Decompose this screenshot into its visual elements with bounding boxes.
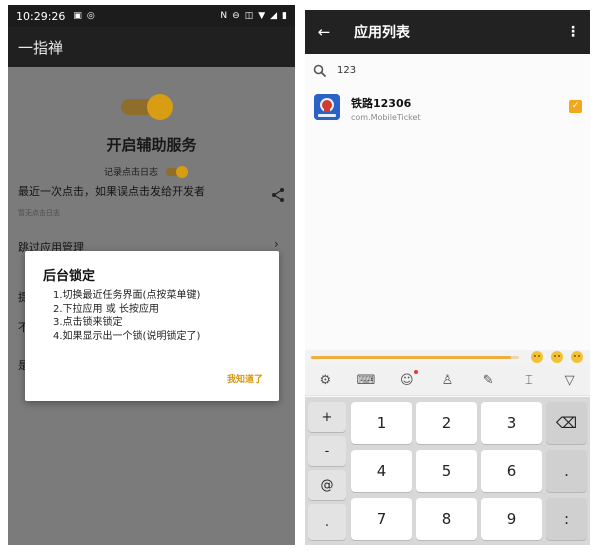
background-lock-dialog: 后台锁定 1.切换最近任务界面(点按菜单键) 2.下拉应用 或 长按应用 3.点… [25, 251, 279, 401]
emoji-icon[interactable] [531, 351, 543, 363]
screenshot-stage: 10:29:26 ▣ ◎ N ⊖ ◫ ▼ ◢ ▮ 一指禅 开启辅助服务 记录点击… [0, 0, 600, 553]
back-arrow-icon[interactable]: ← [307, 23, 341, 41]
recent-click-text: 最近一次点击，如果误点击发给开发者 [18, 185, 205, 198]
key-2[interactable]: 2 [416, 402, 477, 444]
no-log-text: 暂无点击日志 [18, 209, 60, 217]
key-dot[interactable]: . [308, 504, 346, 540]
key-minus[interactable]: - [308, 436, 346, 466]
dialog-step: 3.点击锁来锁定 [53, 317, 123, 328]
key-5[interactable]: 5 [416, 450, 477, 492]
app-name: 铁路12306 [351, 97, 412, 110]
numeric-keyboard: + - @ . 1 2 3 4 5 6 7 8 9 ⌫ . : [305, 397, 590, 545]
status-icons: N ⊖ ◫ ▼ ◢ ▮ [220, 11, 287, 21]
notification-dot [413, 369, 418, 374]
service-title: 开启辅助服务 [106, 136, 197, 154]
key-4[interactable]: 4 [351, 450, 412, 492]
app-package: com.MobileTicket [351, 113, 421, 122]
right-phone-screen: ← 应用列表 ⋮ 123 铁路12306 com.MobileTicket ✓ … [305, 10, 590, 545]
key-at[interactable]: @ [308, 470, 346, 500]
app-title: 一指禅 [18, 38, 64, 57]
key-plus[interactable]: + [308, 402, 346, 432]
toggle-knob [147, 94, 173, 120]
handwriting-icon[interactable]: ✎ [477, 373, 499, 388]
keyboard-icon[interactable]: ⌨ [355, 373, 377, 388]
app-checkbox[interactable]: ✓ [569, 100, 582, 113]
toggle-knob [176, 165, 189, 178]
dnd-icon: ⊖ [232, 11, 240, 21]
progress-row [305, 350, 590, 365]
app-list-empty-area [305, 132, 590, 350]
dialog-step: 4.如果显示出一个锁(说明锁定了) [53, 330, 201, 342]
tshirt-icon[interactable]: ♙ [436, 373, 458, 388]
chevron-right-icon: › [274, 237, 279, 251]
page-title: 应用列表 [354, 25, 410, 41]
notification-icon: ◎ [86, 11, 95, 21]
search-bar[interactable]: 123 [305, 54, 590, 87]
progress-bar [311, 356, 519, 359]
record-log-label: 记录点击日志 [104, 168, 159, 178]
key-6[interactable]: 6 [481, 450, 542, 492]
signal-icon: ◢ [270, 11, 278, 21]
dialog-body: 1.切换最近任务界面(点按菜单键) 2.下拉应用 或 长按应用 3.点击锁来锁定… [53, 289, 200, 343]
status-time: 10:29:26 [16, 9, 66, 23]
dialog-step: 2.下拉应用 或 长按应用 [53, 303, 159, 315]
dialog-step: 1.切换最近任务界面(点按菜单键) [53, 290, 201, 301]
status-bar: 10:29:26 ▣ ◎ N ⊖ ◫ ▼ ◢ ▮ [8, 5, 295, 27]
key-8[interactable]: 8 [416, 498, 477, 540]
dialog-title: 后台锁定 [43, 269, 96, 284]
railway-logo-icon [314, 94, 340, 120]
settings-icon[interactable]: ⚙ [314, 373, 336, 388]
notification-icon: ▣ [73, 11, 82, 21]
search-icon [313, 64, 327, 77]
dialog-confirm-button[interactable]: 我知道了 [227, 372, 263, 385]
emoji-icon[interactable]: ☺ [396, 369, 418, 388]
keyboard-toolbar: ⚙ ⌨ ☺ ♙ ✎ ⌶ ▽ [305, 365, 590, 396]
progress-fill [311, 356, 511, 359]
emoji-icon[interactable] [571, 351, 583, 363]
list-item[interactable]: 铁路12306 com.MobileTicket ✓ [305, 87, 590, 132]
key-9[interactable]: 9 [481, 498, 542, 540]
app-bar: ← 应用列表 ⋮ [305, 10, 590, 54]
railway-app-icon [314, 94, 340, 120]
key-1[interactable]: 1 [351, 402, 412, 444]
vibrate-icon: ◫ [244, 11, 254, 21]
key-colon[interactable]: : [546, 498, 587, 540]
record-log-row: 记录点击日志 [104, 165, 189, 178]
more-options-icon[interactable]: ⋮ [566, 24, 580, 40]
app-bar: 一指禅 [8, 27, 295, 67]
service-toggle[interactable] [121, 94, 177, 120]
wifi-icon: ▼ [258, 11, 266, 21]
nfc-icon: N [220, 11, 228, 21]
key-3[interactable]: 3 [481, 402, 542, 444]
key-7[interactable]: 7 [351, 498, 412, 540]
record-log-toggle[interactable] [166, 165, 189, 178]
search-input[interactable]: 123 [337, 65, 356, 76]
emoji-icon[interactable] [551, 351, 563, 363]
left-phone-screen: 10:29:26 ▣ ◎ N ⊖ ◫ ▼ ◢ ▮ 一指禅 开启辅助服务 记录点击… [8, 5, 295, 545]
battery-icon: ▮ [282, 11, 287, 21]
key-period[interactable]: . [546, 450, 587, 492]
cursor-icon[interactable]: ⌶ [518, 373, 540, 388]
share-icon[interactable] [270, 187, 286, 203]
backspace-icon[interactable]: ⌫ [546, 402, 587, 444]
collapse-icon[interactable]: ▽ [559, 373, 581, 388]
